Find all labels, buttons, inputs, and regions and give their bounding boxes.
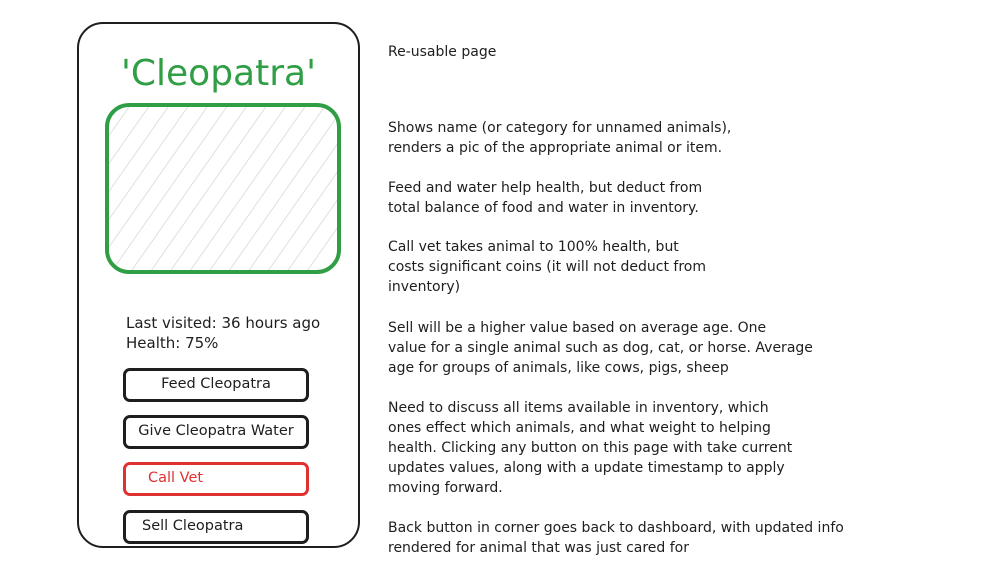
last-visited-text: Last visited: 36 hours ago [126, 314, 321, 332]
note-back-button: Back button in corner goes back to dashb… [388, 520, 844, 556]
animal-detail-screen: 'Cleopatra' Last visited: 36 hours ago H… [77, 22, 360, 548]
animal-name-title: 'Cleopatra' [121, 53, 316, 94]
note-feed-and-water: Feed and water help health, but deduct f… [388, 180, 703, 216]
call-vet-button[interactable]: Call Vet [123, 462, 309, 496]
note-name-and-picture: Shows name (or category for unnamed anim… [388, 120, 732, 156]
note-sell: Sell will be a higher value based on ave… [388, 320, 813, 376]
sell-button[interactable]: Sell Cleopatra [123, 510, 309, 544]
animal-picture-placeholder [105, 103, 341, 274]
note-call-vet: Call vet takes animal to 100% health, bu… [388, 239, 707, 295]
feed-button[interactable]: Feed Cleopatra [123, 368, 309, 402]
give-water-button[interactable]: Give Cleopatra Water [123, 415, 309, 449]
notes-title: Re-usable page [388, 44, 497, 60]
hatch-pattern [109, 107, 337, 270]
note-inventory-items: Need to discuss all items available in i… [388, 400, 793, 496]
health-text: Health: 75% [126, 334, 219, 352]
